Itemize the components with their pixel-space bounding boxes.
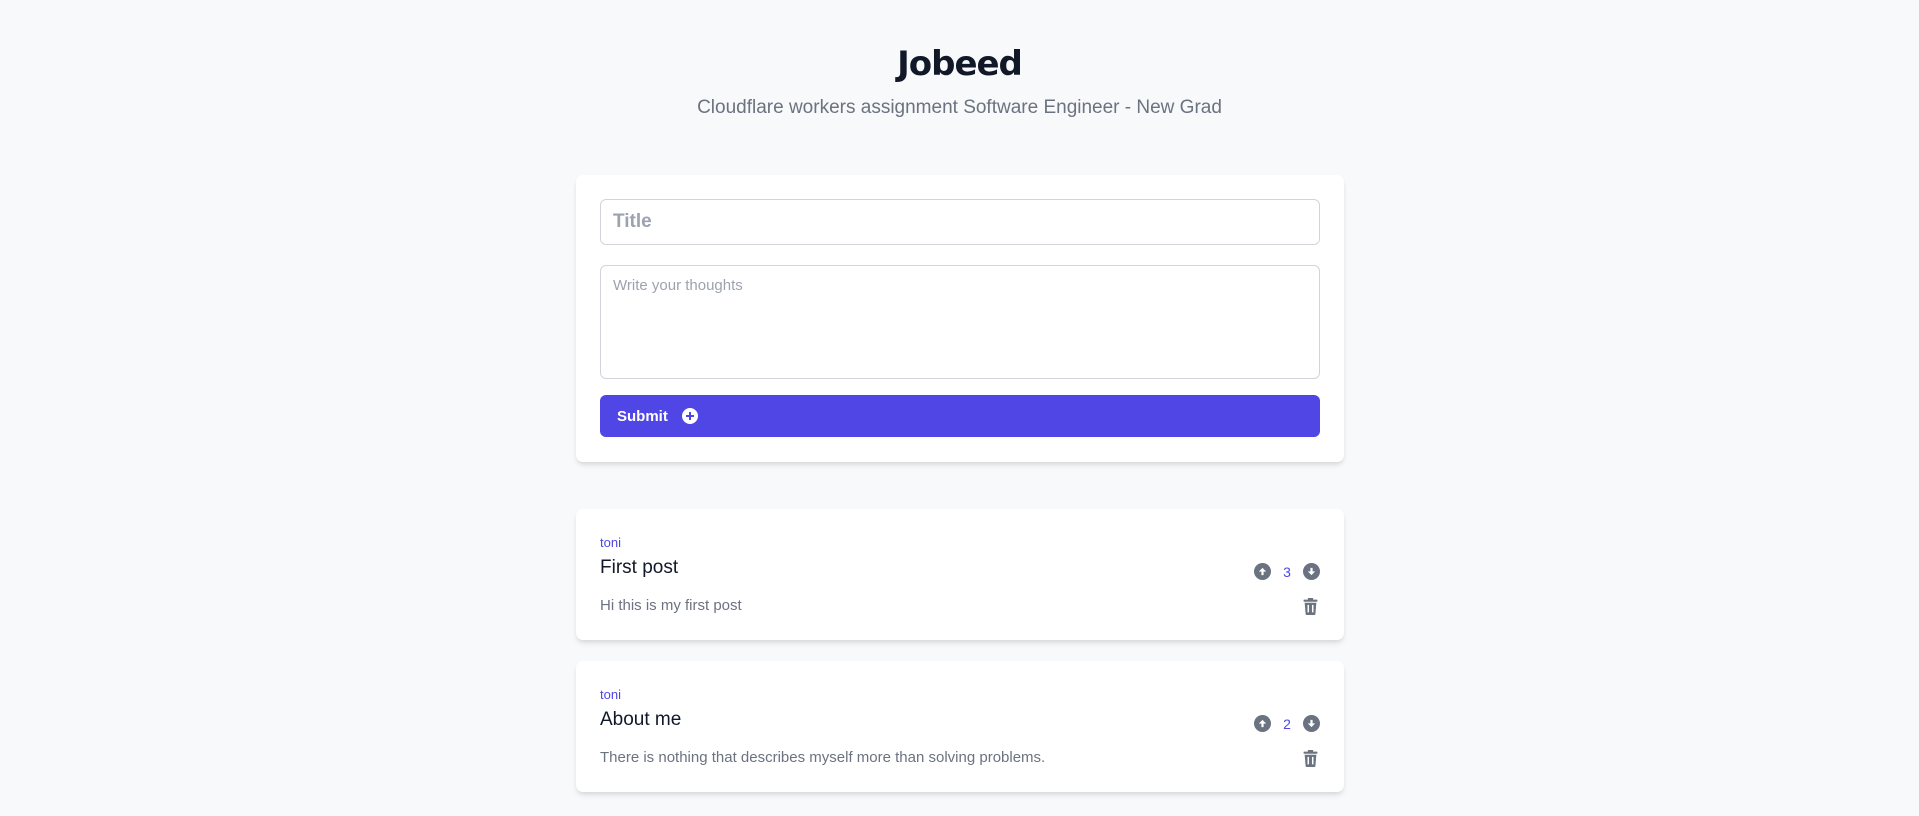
submit-button[interactable]: Submit xyxy=(600,395,1320,437)
header: Jobeed Cloudflare workers assignment Sof… xyxy=(0,40,1919,120)
compose-card: Submit xyxy=(576,175,1344,462)
post-author: toni xyxy=(600,687,621,702)
title-input[interactable] xyxy=(600,199,1320,245)
submit-label: Submit xyxy=(617,407,668,425)
app-subtitle: Cloudflare workers assignment Software E… xyxy=(697,97,1222,118)
trash-icon[interactable] xyxy=(1303,750,1318,767)
upvote-icon[interactable] xyxy=(1254,715,1271,732)
plus-circle-icon xyxy=(681,408,698,424)
thoughts-textarea[interactable] xyxy=(600,265,1320,379)
vote-group: 3 xyxy=(1254,563,1320,580)
vote-count: 3 xyxy=(1283,563,1291,580)
post-card: toni About me There is nothing that desc… xyxy=(576,661,1344,792)
app-title: Jobeed xyxy=(897,44,1023,84)
upvote-icon[interactable] xyxy=(1254,563,1271,580)
post-author: toni xyxy=(600,535,621,550)
post-card: toni First post Hi this is my first post… xyxy=(576,509,1344,640)
downvote-icon[interactable] xyxy=(1303,563,1320,580)
post-title: First post xyxy=(600,557,679,578)
post-title: About me xyxy=(600,709,682,730)
vote-count: 2 xyxy=(1283,715,1291,732)
trash-icon[interactable] xyxy=(1303,598,1318,615)
downvote-icon[interactable] xyxy=(1303,715,1320,732)
post-body: There is nothing that describes myself m… xyxy=(600,749,1046,766)
vote-group: 2 xyxy=(1254,715,1320,732)
post-body: Hi this is my first post xyxy=(600,597,742,614)
page: Jobeed Cloudflare workers assignment Sof… xyxy=(0,0,1919,816)
